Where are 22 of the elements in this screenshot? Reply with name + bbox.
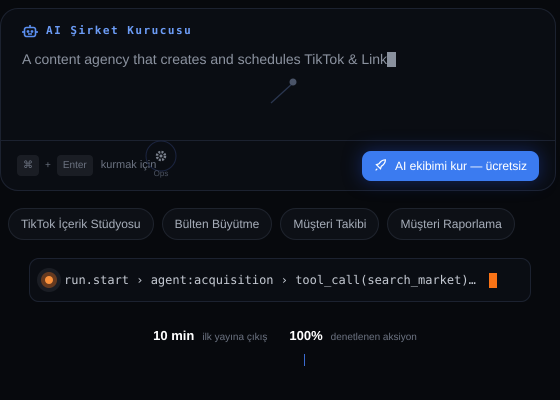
rocket-icon	[374, 159, 387, 172]
prompt-input[interactable]: A content agency that creates and schedules TikTok & Link	[1, 40, 555, 66]
plus-sign: +	[45, 159, 51, 173]
stat-label: denetlenen aksiyon	[330, 331, 417, 345]
build-team-button[interactable]: AI ekibimi kur — ücretsiz	[362, 150, 539, 180]
robot-icon	[22, 23, 38, 40]
trace-text: run.start › agent:acquisition › tool_call(search_market)…	[64, 272, 476, 289]
stat-value: 10 min	[153, 327, 194, 345]
key-cap: Enter	[56, 155, 93, 176]
connector-drawing	[269, 77, 297, 105]
stat-label: ilk yayına çıkış	[202, 331, 268, 345]
node-label: Ops	[154, 169, 168, 180]
cursor-block	[488, 272, 497, 288]
hint-text: kurmak için	[100, 158, 156, 172]
composer-title: AI Şirket Kurucusu	[46, 23, 192, 39]
stat-value: 100%	[289, 327, 323, 345]
template-chip[interactable]: Müşteri Takibi	[280, 208, 380, 240]
template-chip[interactable]: TikTok İçerik Stüdyosu	[8, 208, 154, 240]
template-chip[interactable]: Müşteri Raporlama	[387, 208, 515, 240]
status-dot-icon	[37, 268, 61, 292]
template-chip[interactable]: Bülten Büyütme	[162, 208, 272, 240]
key-cap: ⌘	[17, 155, 39, 176]
